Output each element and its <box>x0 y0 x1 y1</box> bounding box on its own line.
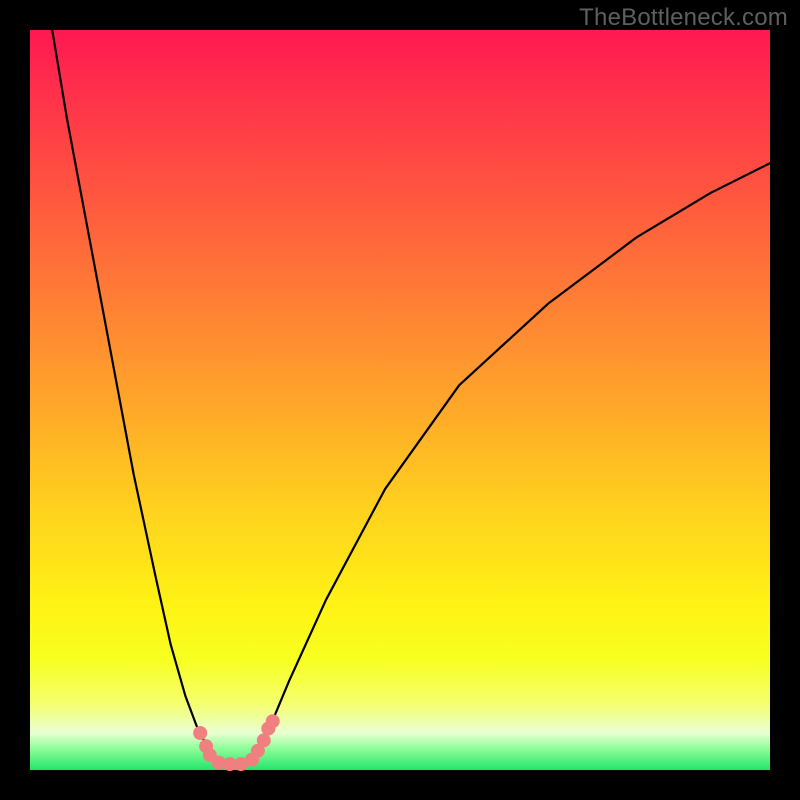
bottleneck-curve-right <box>245 163 770 764</box>
plot-area <box>30 30 770 770</box>
chart-frame: TheBottleneck.com <box>0 0 800 800</box>
attribution-label: TheBottleneck.com <box>579 4 788 32</box>
marker-point <box>266 714 280 728</box>
curve-svg <box>30 30 770 770</box>
marker-group <box>193 714 280 771</box>
bottleneck-curve-left <box>52 30 230 764</box>
marker-point <box>193 726 207 740</box>
